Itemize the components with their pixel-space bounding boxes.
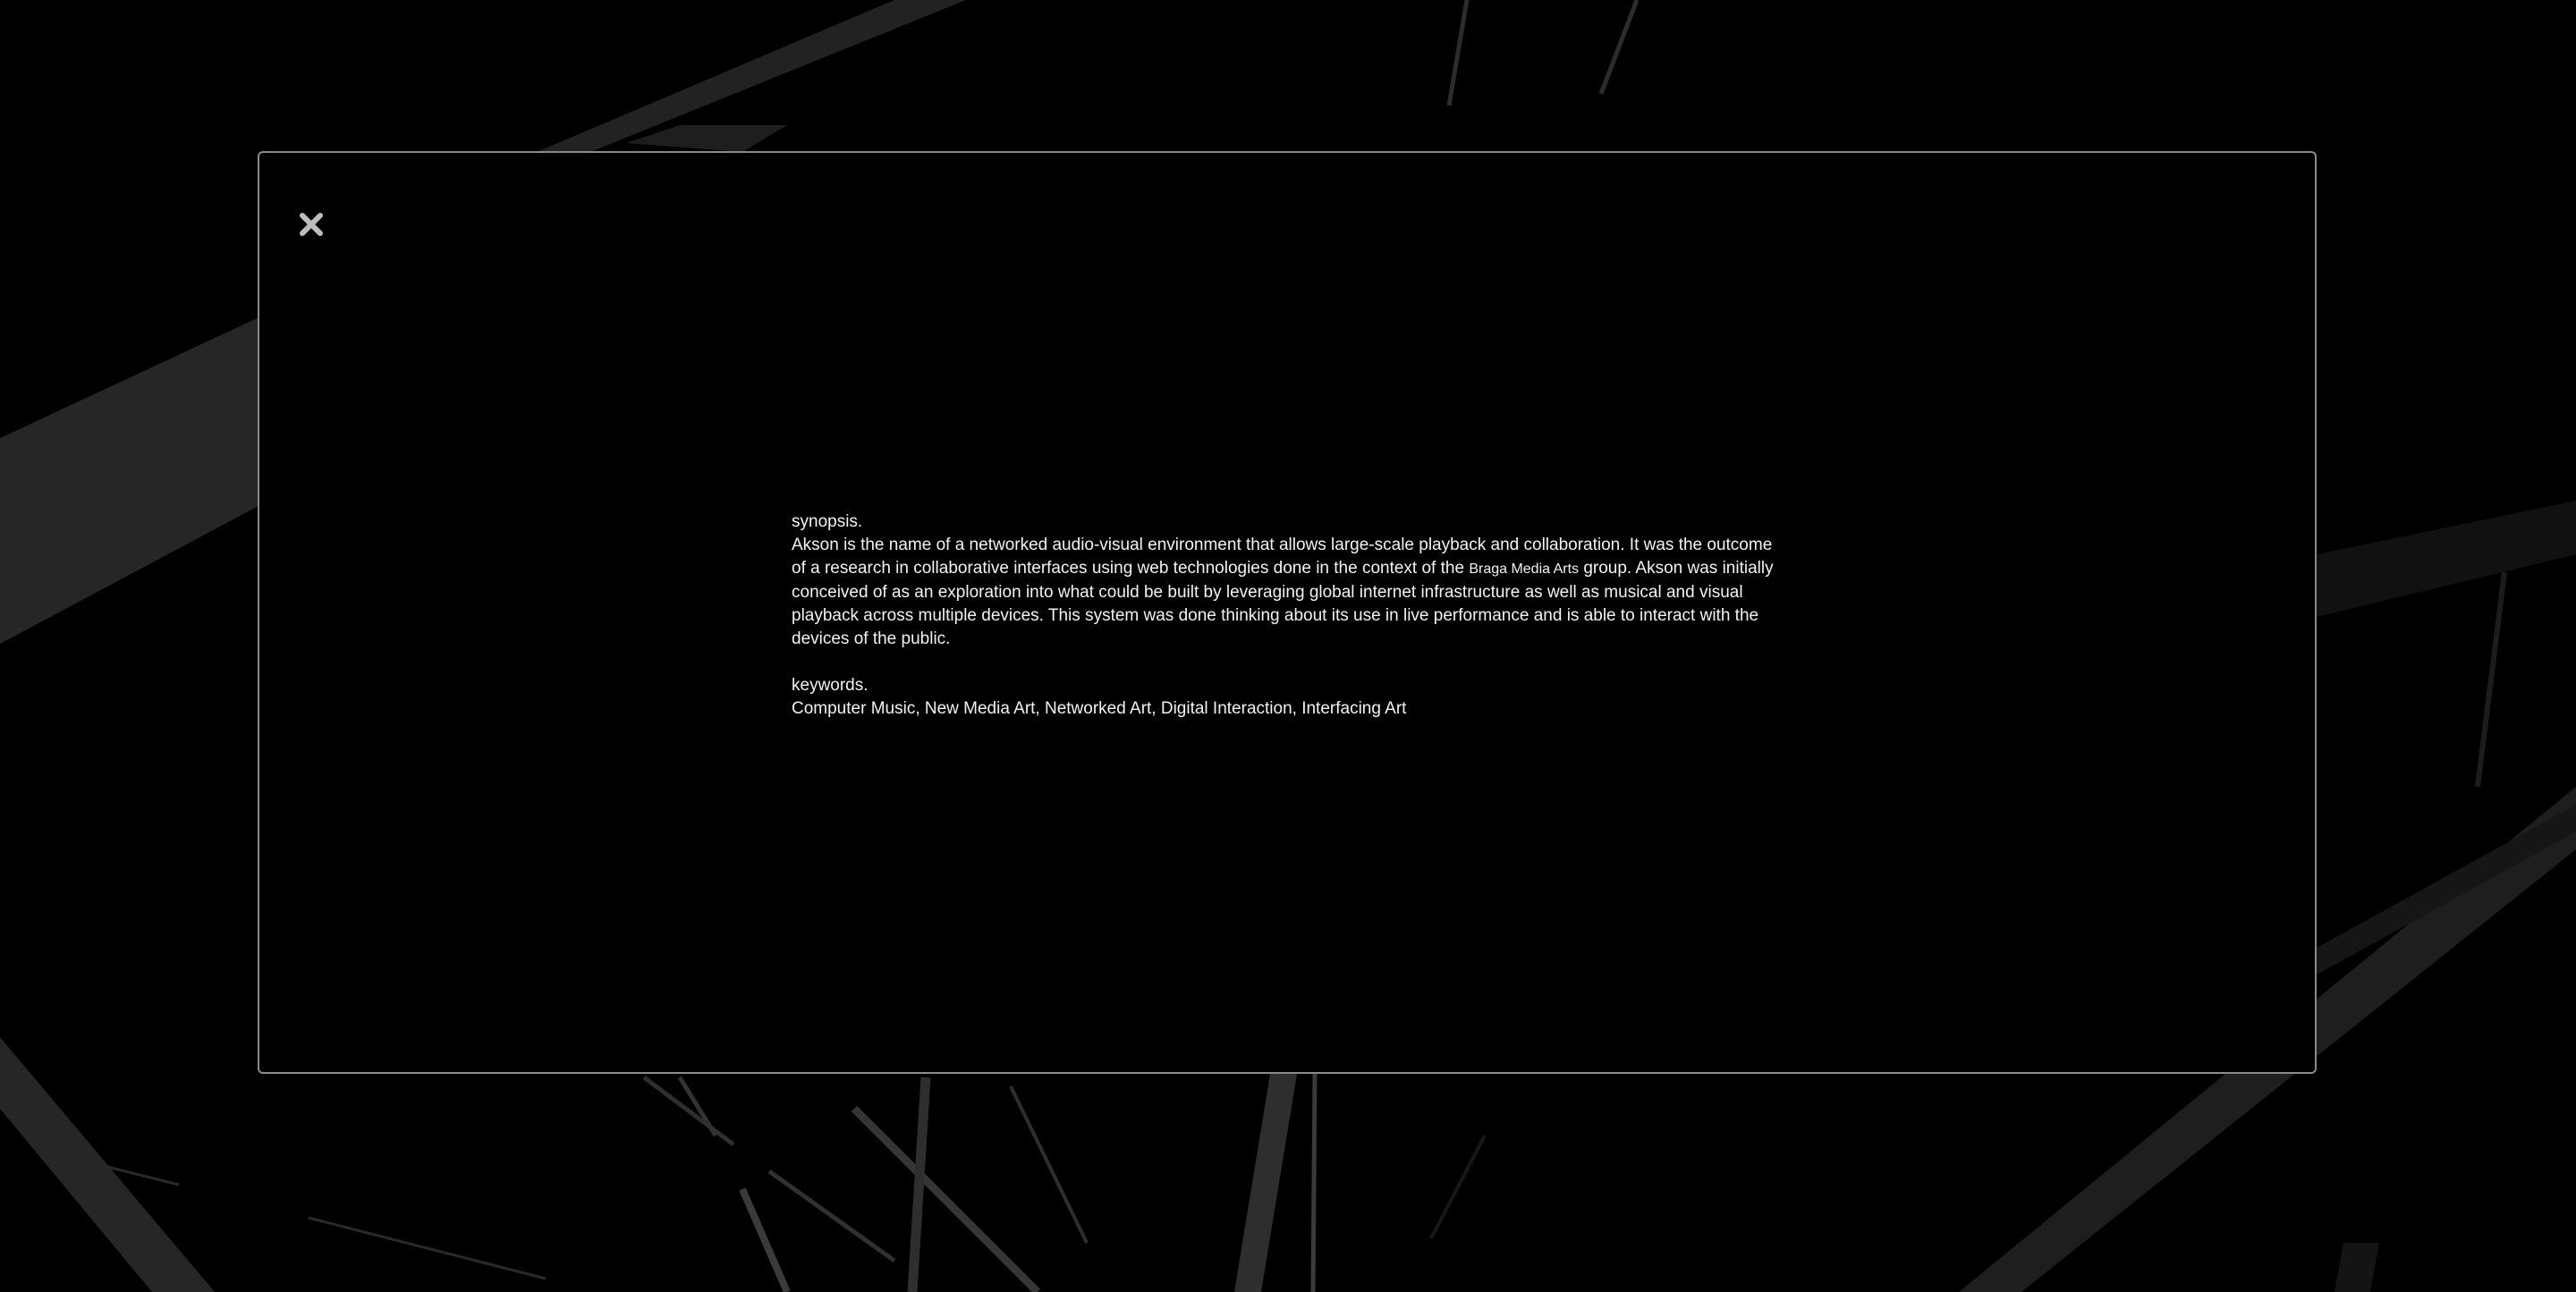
bg-line bbox=[1009, 1085, 1089, 1244]
bg-line bbox=[308, 1216, 547, 1280]
bg-shard bbox=[2317, 501, 2576, 617]
bg-line bbox=[642, 1076, 735, 1146]
bg-shard bbox=[0, 313, 268, 644]
group-name: Braga Media Arts bbox=[1469, 562, 1580, 577]
keywords-heading: keywords. bbox=[792, 676, 869, 695]
bg-shard bbox=[2334, 1243, 2379, 1292]
bg-line bbox=[1446, 0, 1470, 106]
bg-shard bbox=[626, 125, 787, 152]
page-background: synopsis. Akson is the name of a network… bbox=[0, 0, 2576, 1292]
bg-line bbox=[1598, 0, 1640, 95]
bg-line bbox=[2475, 571, 2507, 788]
bg-line bbox=[1310, 1073, 1318, 1292]
bg-shard bbox=[0, 1037, 215, 1292]
bg-line bbox=[739, 1187, 791, 1292]
bg-shard bbox=[1234, 1074, 1297, 1292]
bg-line bbox=[1429, 1135, 1487, 1239]
synopsis-text: Akson is the name of a networked audio-v… bbox=[792, 534, 1784, 651]
bg-line bbox=[851, 1105, 1041, 1292]
keywords-list: Computer Music, New Media Art, Networked… bbox=[792, 699, 1407, 718]
bg-line bbox=[767, 1169, 896, 1263]
close-icon bbox=[300, 213, 323, 236]
close-button[interactable] bbox=[295, 208, 327, 241]
modal-content: synopsis. Akson is the name of a network… bbox=[792, 511, 1784, 721]
synopsis-heading: synopsis. bbox=[792, 512, 863, 531]
synopsis-modal: synopsis. Akson is the name of a network… bbox=[258, 151, 2317, 1074]
bg-line bbox=[907, 1077, 931, 1292]
